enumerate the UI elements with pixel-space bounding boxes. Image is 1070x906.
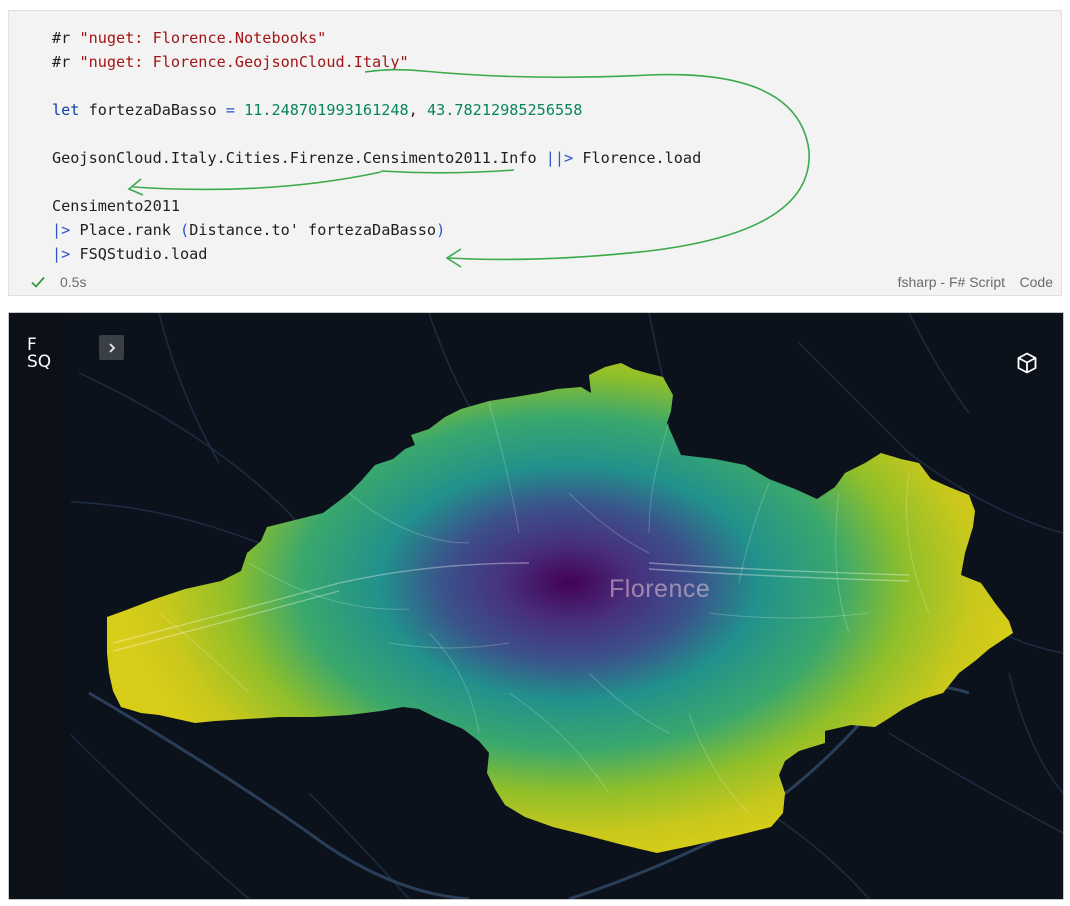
code-line[interactable]: #r "nuget: Florence.Notebooks" xyxy=(52,27,326,49)
map-canvas[interactable] xyxy=(9,313,1063,899)
code-token: FSQStudio.load xyxy=(70,245,208,263)
florence-census-regions[interactable] xyxy=(107,363,1013,853)
arrowhead-left xyxy=(127,178,144,196)
code-token: 11.248701993161248 xyxy=(244,101,409,119)
cell-type-label[interactable]: Code xyxy=(1020,274,1053,290)
code-token: |> xyxy=(52,221,71,239)
code-line[interactable]: #r "nuget: Florence.GeojsonCloud.Italy" xyxy=(52,51,409,73)
underline-censimento xyxy=(380,169,515,174)
check-icon xyxy=(31,276,45,288)
code-line[interactable]: |> Place.rank (Distance.to' fortezaDaBas… xyxy=(52,219,445,241)
cell-language-label[interactable]: fsharp - F# Script xyxy=(898,274,1005,290)
arrowhead-fsq xyxy=(445,248,462,268)
code-token: ||> xyxy=(545,149,574,167)
notebook-code-cell[interactable]: #r "nuget: Florence.Notebooks" #r "nuget:… xyxy=(8,10,1062,296)
expand-sidebar-button[interactable] xyxy=(99,335,124,360)
cube-icon xyxy=(1017,352,1037,374)
code-token: #r xyxy=(52,53,80,71)
code-token: Distance.to' fortezaDaBasso xyxy=(189,221,437,239)
code-token: |> xyxy=(52,245,71,263)
code-token: GeojsonCloud.Italy.Cities.Firenze.Censim… xyxy=(52,149,546,167)
code-token: , xyxy=(408,101,427,119)
city-label: Florence xyxy=(609,575,711,603)
code-token: "nuget: Florence.GeojsonCloud.Italy" xyxy=(79,53,409,71)
code-token: #r xyxy=(52,29,80,47)
code-token: "nuget: Florence.Notebooks" xyxy=(79,29,327,47)
code-token: let xyxy=(52,101,80,119)
code-line[interactable]: GeojsonCloud.Italy.Cities.Firenze.Censim… xyxy=(52,147,701,169)
code-line[interactable]: Censimento2011 xyxy=(52,195,180,217)
chevron-right-icon xyxy=(108,342,115,353)
code-token: Florence.load xyxy=(573,149,702,167)
toggle-3d-view-button[interactable] xyxy=(1011,347,1043,379)
arrow-censimento-to-load xyxy=(132,171,382,191)
code-token: 43.78212985256558 xyxy=(426,101,583,119)
execution-time: 0.5s xyxy=(60,274,87,290)
code-token: = xyxy=(225,101,235,119)
code-token: Place.rank xyxy=(70,221,181,239)
code-token: ) xyxy=(436,221,446,239)
code-token: fortezaDaBasso xyxy=(79,101,226,119)
logo-line-2: SQ xyxy=(27,352,52,372)
code-line[interactable]: let fortezaDaBasso = 11.248701993161248,… xyxy=(52,99,582,121)
code-token: ( xyxy=(180,221,190,239)
map-viewer[interactable]: F SQ Florence xyxy=(8,312,1064,900)
code-token: Censimento2011 xyxy=(52,197,181,215)
fsq-logo: F SQ xyxy=(27,337,51,371)
code-line[interactable]: |> FSQStudio.load xyxy=(52,243,207,265)
sidebar-rail xyxy=(9,313,71,899)
